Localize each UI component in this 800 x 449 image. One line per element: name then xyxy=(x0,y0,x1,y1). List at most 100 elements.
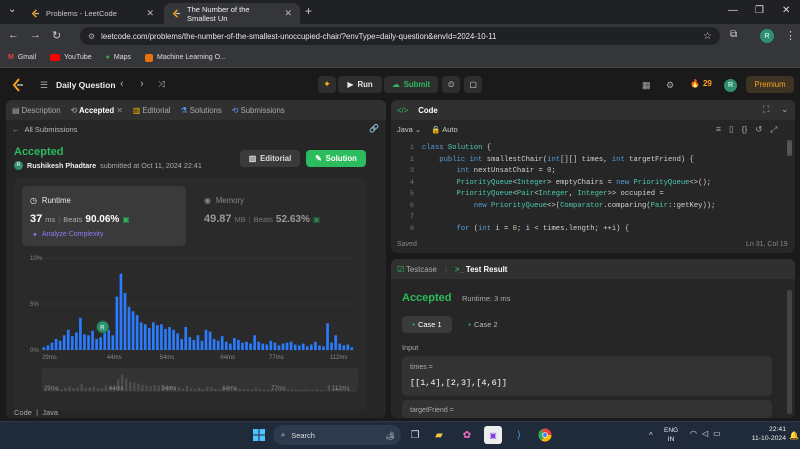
solution-button[interactable]: ✎ Solution xyxy=(306,150,366,167)
auto-mode-toggle[interactable]: 🔒 Auto xyxy=(431,125,457,134)
chrome-icon[interactable] xyxy=(536,426,554,444)
input-times-box xyxy=(402,356,772,396)
bookmark-gmail[interactable]: M Gmail xyxy=(8,54,36,61)
windows-start-icon[interactable] xyxy=(250,426,268,444)
overview-bar xyxy=(60,389,63,391)
bookmark-label: Machine Learning O... xyxy=(157,54,226,61)
case-2-tab[interactable]: • Case 2 xyxy=(458,316,508,333)
bookmark-icon[interactable]: ▯ xyxy=(729,124,734,135)
y-tick-label: 5% xyxy=(30,302,39,308)
maps-pin-icon: ● xyxy=(105,54,110,61)
problem-list-title[interactable]: Daily Question xyxy=(56,80,116,90)
menu-kebab-icon[interactable]: ⋮ xyxy=(785,29,796,42)
collapse-panel-icon[interactable]: ⌄ xyxy=(781,104,789,115)
bookmark-star-icon[interactable]: ☆ xyxy=(703,31,712,42)
all-submissions-link[interactable]: ← All Submissions xyxy=(12,125,77,134)
shuffle-icon[interactable]: ⤨ xyxy=(158,79,165,90)
reset-code-icon[interactable]: ↺ xyxy=(755,124,762,135)
settings-gear-icon[interactable]: ⚙ xyxy=(666,80,674,91)
beats-label: Beats xyxy=(253,215,273,224)
code-panel-header: </> Code xyxy=(391,100,795,120)
tab-test-result[interactable]: >_ Test Result xyxy=(455,265,508,274)
tab-testcase[interactable]: ☑ Testcase xyxy=(397,265,437,274)
tab-submissions[interactable]: ⟲ Submissions xyxy=(232,106,285,115)
format-code-icon[interactable]: ≡ xyxy=(716,124,721,135)
histogram-bar xyxy=(196,335,200,350)
tray-overflow-icon[interactable]: ^ xyxy=(649,431,653,440)
editorial-button[interactable]: ▥ Editorial xyxy=(240,150,300,167)
bookmark-ml[interactable]: Machine Learning O... xyxy=(145,53,226,62)
share-link-icon[interactable]: 🔗 xyxy=(369,124,379,133)
tab-search-icon[interactable]: ⌄ xyxy=(8,4,16,15)
profile-avatar[interactable]: R xyxy=(760,29,774,43)
language-select[interactable]: Java ⌄ xyxy=(397,125,421,134)
arrow-left-icon: ← xyxy=(12,125,20,134)
run-button[interactable]: ▶ Run xyxy=(338,76,382,93)
notes-icon[interactable]: ▢ xyxy=(464,76,482,93)
histogram-bar xyxy=(261,343,265,350)
ml-site-icon xyxy=(145,53,153,62)
search-label: Search xyxy=(291,430,315,440)
leetcode-logo-icon[interactable] xyxy=(12,78,24,94)
input-language[interactable]: ENG IN xyxy=(664,426,678,444)
braces-icon[interactable]: {} xyxy=(742,124,748,135)
editor-scrollbar[interactable] xyxy=(787,140,792,156)
runtime-distribution-chart[interactable]: 10% 5% 0% R 29ms 44ms 54ms 64ms 77ms 112ms 29ms 44m… xyxy=(14,250,367,410)
debug-icon[interactable]: ✦ xyxy=(318,76,336,93)
premium-button[interactable]: Premium xyxy=(746,76,794,93)
histogram-bar xyxy=(66,329,70,350)
fullscreen-icon[interactable]: ⤢ xyxy=(770,124,777,135)
address-bar[interactable]: ⚙ leetcode.com/problems/the-number-of-th… xyxy=(80,27,720,45)
case-1-tab[interactable]: • Case 1 xyxy=(402,316,452,333)
tab-problems[interactable]: Problems - LeetCode ✕ xyxy=(22,3,162,24)
clock[interactable]: 22:41 11-10-2024 xyxy=(738,425,786,443)
reload-icon[interactable]: ↻ xyxy=(52,29,61,42)
extensions-icon[interactable]: ⧉ xyxy=(730,29,737,40)
save-status: Saved xyxy=(397,241,417,248)
submitter-name[interactable]: Rushikesh Phadtare xyxy=(27,161,96,170)
tab-editorial[interactable]: ▥ Editorial xyxy=(133,106,171,115)
site-info-icon[interactable]: ⚙ xyxy=(88,32,95,41)
notification-bell-icon[interactable]: 🔔 xyxy=(789,431,799,440)
lang-code: ENG xyxy=(664,427,679,434)
forward-icon[interactable]: → xyxy=(30,29,41,41)
problem-list-icon[interactable]: ☰ xyxy=(40,80,48,91)
maximize-panel-icon[interactable]: ⛶ xyxy=(763,104,769,115)
user-avatar[interactable]: R xyxy=(724,79,737,92)
copilot-icon[interactable]: ✿ xyxy=(458,426,476,444)
memory-header[interactable]: ◉ Memory xyxy=(204,196,244,205)
timer-icon[interactable]: ⏲ xyxy=(442,76,460,93)
next-problem-icon[interactable]: › xyxy=(140,78,144,90)
tab-description[interactable]: ▤ Description xyxy=(12,106,61,115)
system-tray[interactable]: ◠ ◁ ▭ xyxy=(690,429,721,438)
taskbar-search[interactable]: ⌕ Search 🏕 xyxy=(273,425,401,445)
back-icon[interactable]: ← xyxy=(8,29,19,41)
prev-problem-icon[interactable]: ‹ xyxy=(120,78,124,90)
maximize-icon[interactable]: ❐ xyxy=(755,5,764,16)
layout-icon[interactable]: ▦ xyxy=(642,80,651,91)
file-explorer-icon[interactable]: ▰ xyxy=(430,426,448,444)
tab-accepted[interactable]: ⟲ Accepted ✕ xyxy=(71,106,123,115)
close-tab-icon[interactable]: ✕ xyxy=(284,8,292,19)
app-store-icon[interactable]: ▣ xyxy=(484,426,502,444)
result-scrollbar[interactable] xyxy=(787,290,792,414)
streak-counter[interactable]: 🔥 29 xyxy=(690,79,712,88)
histogram-bar xyxy=(180,338,184,350)
submit-button[interactable]: ☁ Submit xyxy=(384,76,438,93)
histogram-bar xyxy=(131,311,135,350)
new-tab-button[interactable]: + xyxy=(305,4,312,18)
analyze-complexity-link[interactable]: ✦ Analyze Complexity xyxy=(32,231,103,239)
close-tab-icon[interactable]: ✕ xyxy=(146,8,154,19)
minimize-icon[interactable]: — xyxy=(728,5,738,16)
tab-solutions[interactable]: ⚗ Solutions xyxy=(181,106,222,115)
histogram-bar xyxy=(314,341,317,350)
task-view-icon[interactable]: ❐ xyxy=(406,426,424,444)
bookmark-maps[interactable]: ● Maps xyxy=(106,54,131,61)
tab-current-problem[interactable]: The Number of the Smallest Un ✕ xyxy=(164,3,300,24)
histogram-bar xyxy=(326,323,329,350)
bookmark-youtube[interactable]: YouTube xyxy=(50,54,92,61)
overview-bar xyxy=(238,388,241,391)
close-window-icon[interactable]: ✕ xyxy=(782,5,790,16)
submission-status: Accepted xyxy=(14,146,64,158)
vscode-icon[interactable]: ⟩ xyxy=(510,426,528,444)
